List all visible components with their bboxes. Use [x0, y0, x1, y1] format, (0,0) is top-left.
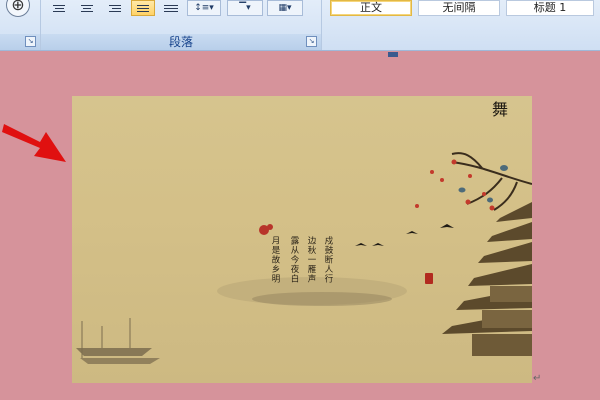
style-normal[interactable]: 正文 — [330, 0, 412, 16]
border-button[interactable]: ▦▾ — [267, 0, 303, 16]
poem-line-2: 边秋一雁声 — [306, 236, 316, 284]
style-heading-1-label: 标题 1 — [533, 1, 567, 14]
align-right-button[interactable] — [103, 0, 127, 16]
birds-on-branch — [458, 165, 508, 203]
flying-geese — [355, 224, 454, 246]
pagoda — [442, 202, 532, 356]
align-center-button[interactable] — [75, 0, 99, 16]
poem-line-1: 戍鼓断人行 — [323, 236, 333, 284]
ruler-indent-marker[interactable] — [388, 52, 398, 57]
style-no-spacing-label: 无间隔 — [442, 1, 476, 14]
ink-hill — [252, 292, 392, 306]
style-no-spacing[interactable]: 无间隔 — [418, 0, 500, 16]
red-seal-stamp — [425, 273, 433, 284]
poem-line-4: 月是故乡明 — [270, 236, 280, 284]
dialog-launcher-icon[interactable]: ↘ — [25, 36, 36, 47]
red-arrow-pointer — [2, 124, 66, 162]
boats — [76, 318, 160, 364]
inserted-picture[interactable]: 舞 戍鼓断人行 边秋一雁声 露从今夜白 月是故乡明 — [72, 96, 533, 383]
poem-line-3: 露从今夜白 — [289, 236, 299, 284]
paragraph-dialog-launcher-icon[interactable]: ↘ — [306, 36, 317, 47]
style-normal-label: 正文 — [360, 1, 382, 14]
ribbon-group-paragraph: ↕≡▾ ▔▾ ▦▾ 段落 ↘ — [41, 0, 322, 50]
paragraph-mark-icon: ↵ — [533, 373, 542, 384]
shading-button[interactable]: ▔▾ — [227, 0, 263, 16]
ribbon-group-left: ⊕ ↘ — [0, 0, 41, 50]
style-heading-1[interactable]: 标题 1 — [506, 0, 594, 16]
red-flower — [259, 224, 273, 235]
ribbon: ⊕ ↘ ↕≡▾ ▔▾ ▦▾ 段落 ↘ 正文 无间隔 标题 1 — [0, 0, 600, 51]
add-circle-button[interactable]: ⊕ — [6, 0, 30, 17]
paragraph-group-label: 段落 ↘ — [41, 34, 321, 50]
paragraph-group-title: 段落 — [168, 35, 193, 49]
distributed-button[interactable] — [159, 0, 183, 16]
line-spacing-button[interactable]: ↕≡▾ — [187, 0, 221, 16]
ribbon-group-left-label: ↘ — [0, 34, 40, 50]
ribbon-group-styles: 正文 无间隔 标题 1 — [322, 0, 600, 50]
ink-landscape-artwork — [76, 152, 533, 364]
align-left-button[interactable] — [47, 0, 71, 16]
calligraphy-logo: 舞 — [492, 100, 509, 119]
justify-button[interactable] — [131, 0, 155, 16]
